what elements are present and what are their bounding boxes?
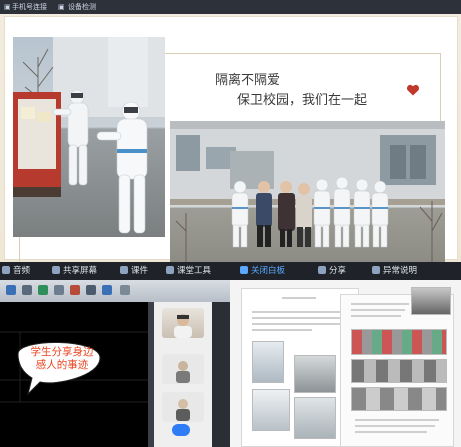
classroom-tools-label: 课堂工具 [177, 266, 212, 276]
close-whiteboard-label: 关闭白板 [251, 266, 286, 276]
audio-button[interactable]: 音频 [2, 262, 30, 280]
participant-video-1[interactable] [162, 308, 204, 338]
doc-photo [294, 397, 336, 439]
video-right-strip [212, 302, 230, 447]
doc-photo-strip [351, 359, 447, 383]
device-check-icon: ▣ [58, 3, 65, 11]
microphone-icon [2, 266, 10, 274]
doc-photo-strip [351, 329, 447, 355]
edit-icon[interactable] [54, 285, 64, 295]
participant-video-2[interactable] [162, 354, 204, 384]
share-label: 分享 [329, 266, 347, 276]
photo-group-staff-art [170, 121, 445, 262]
save-icon[interactable] [38, 285, 48, 295]
doc-heading-line [282, 297, 316, 299]
presenter-video[interactable] [411, 287, 451, 315]
share-button[interactable]: 分享 [318, 262, 346, 280]
participant-video-3[interactable] [162, 392, 204, 422]
info-icon [372, 266, 380, 274]
slide-panel: ▣ 手机号连接 ▣ 设备检测 隔离不隔爱 保卫校园，我们在一起 [0, 0, 461, 262]
courseware-label: 课件 [131, 266, 149, 276]
doc-photo [252, 341, 284, 383]
share-icon [318, 266, 326, 274]
doc-text-line [252, 323, 344, 325]
document-page-right [340, 287, 454, 447]
meeting-toolbar: 音频 共享屏幕 课件 课堂工具 关闭白板 分享 异常说明 [0, 262, 461, 280]
heart-icon [406, 84, 420, 96]
whiteboard-canvas[interactable] [0, 302, 148, 447]
phone-connect-link[interactable]: 手机号连接 [12, 0, 47, 14]
close-whiteboard-button[interactable]: 关闭白板 [240, 262, 285, 280]
slide-caption-line2: 保卫校园，我们在一起 [237, 93, 368, 108]
top-toolbar: ▣ 手机号连接 ▣ 设备检测 [0, 0, 461, 14]
slide: 隔离不隔爱 保卫校园，我们在一起 [4, 16, 458, 262]
issue-report-button[interactable]: 异常说明 [372, 262, 417, 280]
photo-workers-unloading-art [13, 37, 165, 234]
share-screen-button[interactable]: 共享屏幕 [52, 262, 97, 280]
video-call-toolbar [0, 280, 230, 302]
photo-group-staff [170, 121, 445, 262]
file-icon[interactable] [6, 285, 16, 295]
record-icon[interactable] [70, 285, 80, 295]
classroom-tools-icon [166, 266, 174, 274]
layout-icon[interactable] [102, 285, 112, 295]
doc-text-line [252, 317, 342, 319]
slide-caption-line1: 隔离不隔爱 [215, 73, 281, 88]
issue-report-label: 异常说明 [383, 266, 418, 276]
participant-panel [154, 302, 212, 447]
audio-label: 音频 [13, 266, 31, 276]
doc-text-line [351, 315, 401, 317]
grid-icon[interactable] [86, 285, 96, 295]
courseware-icon [120, 266, 128, 274]
doc-text-line [355, 431, 427, 433]
device-check-link[interactable]: 设备检测 [68, 0, 96, 14]
doc-text-line [355, 419, 439, 421]
doc-photo-strip [351, 387, 447, 411]
doc-photo [294, 355, 336, 393]
share-screen-label: 共享屏幕 [63, 266, 98, 276]
phone-icon: ▣ [4, 3, 11, 11]
shared-document-view [230, 280, 461, 447]
doc-text-line [351, 303, 409, 305]
doc-text-line [252, 311, 348, 313]
whiteboard-icon [240, 266, 248, 274]
doc-text-line [252, 329, 312, 331]
photo-workers-unloading [13, 37, 165, 237]
speech-bubble-text: 学生分享身边感人的事迹 [30, 346, 94, 371]
doc-text-line [351, 309, 405, 311]
screen-share-icon [52, 266, 60, 274]
doc-text-line [355, 425, 435, 427]
courseware-button[interactable]: 课件 [120, 262, 148, 280]
folder-icon[interactable] [22, 285, 32, 295]
classroom-tools-button[interactable]: 课堂工具 [166, 262, 211, 280]
doc-photo [252, 389, 290, 431]
settings-icon[interactable] [120, 285, 130, 295]
end-call-button[interactable] [172, 424, 190, 436]
